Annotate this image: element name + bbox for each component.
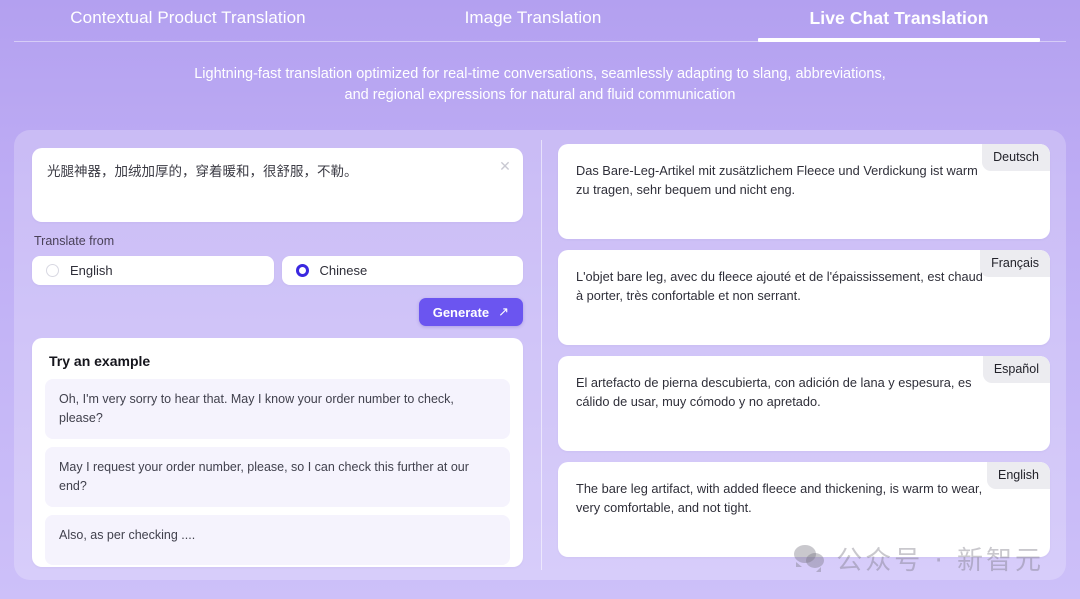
radio-label: Chinese — [319, 263, 368, 278]
arrow-up-right-icon: ↗ — [498, 304, 509, 319]
example-item[interactable]: May I request your order number, please,… — [45, 447, 510, 507]
translation-result-card[interactable]: Español El artefacto de pierna descubier… — [558, 356, 1050, 451]
translation-text: L'objet bare leg, avec du fleece ajouté … — [576, 269, 983, 303]
example-item[interactable]: Oh, I'm very sorry to hear that. May I k… — [45, 379, 510, 439]
tab-image-translation[interactable]: Image Translation — [408, 4, 658, 42]
main-panel: 光腿神器，加绒加厚的，穿着暖和，很舒服，不勒。 ✕ Translate from… — [14, 130, 1066, 580]
subtitle-line-2: and regional expressions for natural and… — [344, 87, 736, 103]
generate-row: Generate ↗ — [32, 298, 523, 326]
close-icon[interactable]: ✕ — [497, 158, 513, 174]
generate-button[interactable]: Generate ↗ — [418, 298, 523, 326]
language-badge: Español — [982, 356, 1050, 383]
tab-bar: Contextual Product Translation Image Tra… — [0, 0, 1080, 42]
page-subtitle: Lightning-fast translation optimized for… — [140, 64, 940, 106]
translation-text: Das Bare-Leg-Artikel mit zusätzlichem Fl… — [576, 163, 978, 197]
radio-option-chinese[interactable]: Chinese — [281, 256, 523, 285]
example-item[interactable]: Also, as per checking .... — [45, 515, 510, 565]
radio-label: English — [70, 263, 113, 278]
language-badge: Deutsch — [982, 144, 1050, 171]
language-badge: Français — [980, 250, 1050, 277]
translation-text: The bare leg artifact, with added fleece… — [576, 481, 983, 515]
radio-indicator-icon — [46, 264, 59, 277]
tab-label: Image Translation — [464, 8, 602, 27]
language-badge: English — [987, 462, 1050, 489]
tab-contextual-product-translation[interactable]: Contextual Product Translation — [18, 4, 358, 42]
source-text-box[interactable]: 光腿神器，加绒加厚的，穿着暖和，很舒服，不勒。 ✕ — [32, 148, 523, 222]
examples-card: Try an example Oh, I'm very sorry to hea… — [32, 338, 523, 567]
source-text-value: 光腿神器，加绒加厚的，穿着暖和，很舒服，不勒。 — [47, 164, 358, 180]
translate-from-options: English Chinese — [32, 256, 523, 285]
examples-title: Try an example — [49, 353, 151, 369]
translate-from-label: Translate from — [34, 234, 115, 248]
generate-button-label: Generate — [432, 304, 490, 320]
translation-result-card[interactable]: Français L'objet bare leg, avec du fleec… — [558, 250, 1050, 345]
results-column: Deutsch Das Bare-Leg-Artikel mit zusätzl… — [542, 130, 1066, 580]
radio-option-english[interactable]: English — [32, 256, 274, 285]
radio-indicator-icon — [295, 264, 309, 277]
subtitle-line-1: Lightning-fast translation optimized for… — [194, 66, 886, 82]
tab-label: Contextual Product Translation — [70, 8, 306, 27]
translation-text: El artefacto de pierna descubierta, con … — [576, 375, 972, 409]
tab-label: Live Chat Translation — [809, 8, 989, 28]
input-column: 光腿神器，加绒加厚的，穿着暖和，很舒服，不勒。 ✕ Translate from… — [14, 130, 541, 580]
translation-result-card[interactable]: English The bare leg artifact, with adde… — [558, 462, 1050, 557]
translation-result-card[interactable]: Deutsch Das Bare-Leg-Artikel mit zusätzl… — [558, 144, 1050, 239]
tab-live-chat-translation[interactable]: Live Chat Translation — [758, 4, 1040, 42]
